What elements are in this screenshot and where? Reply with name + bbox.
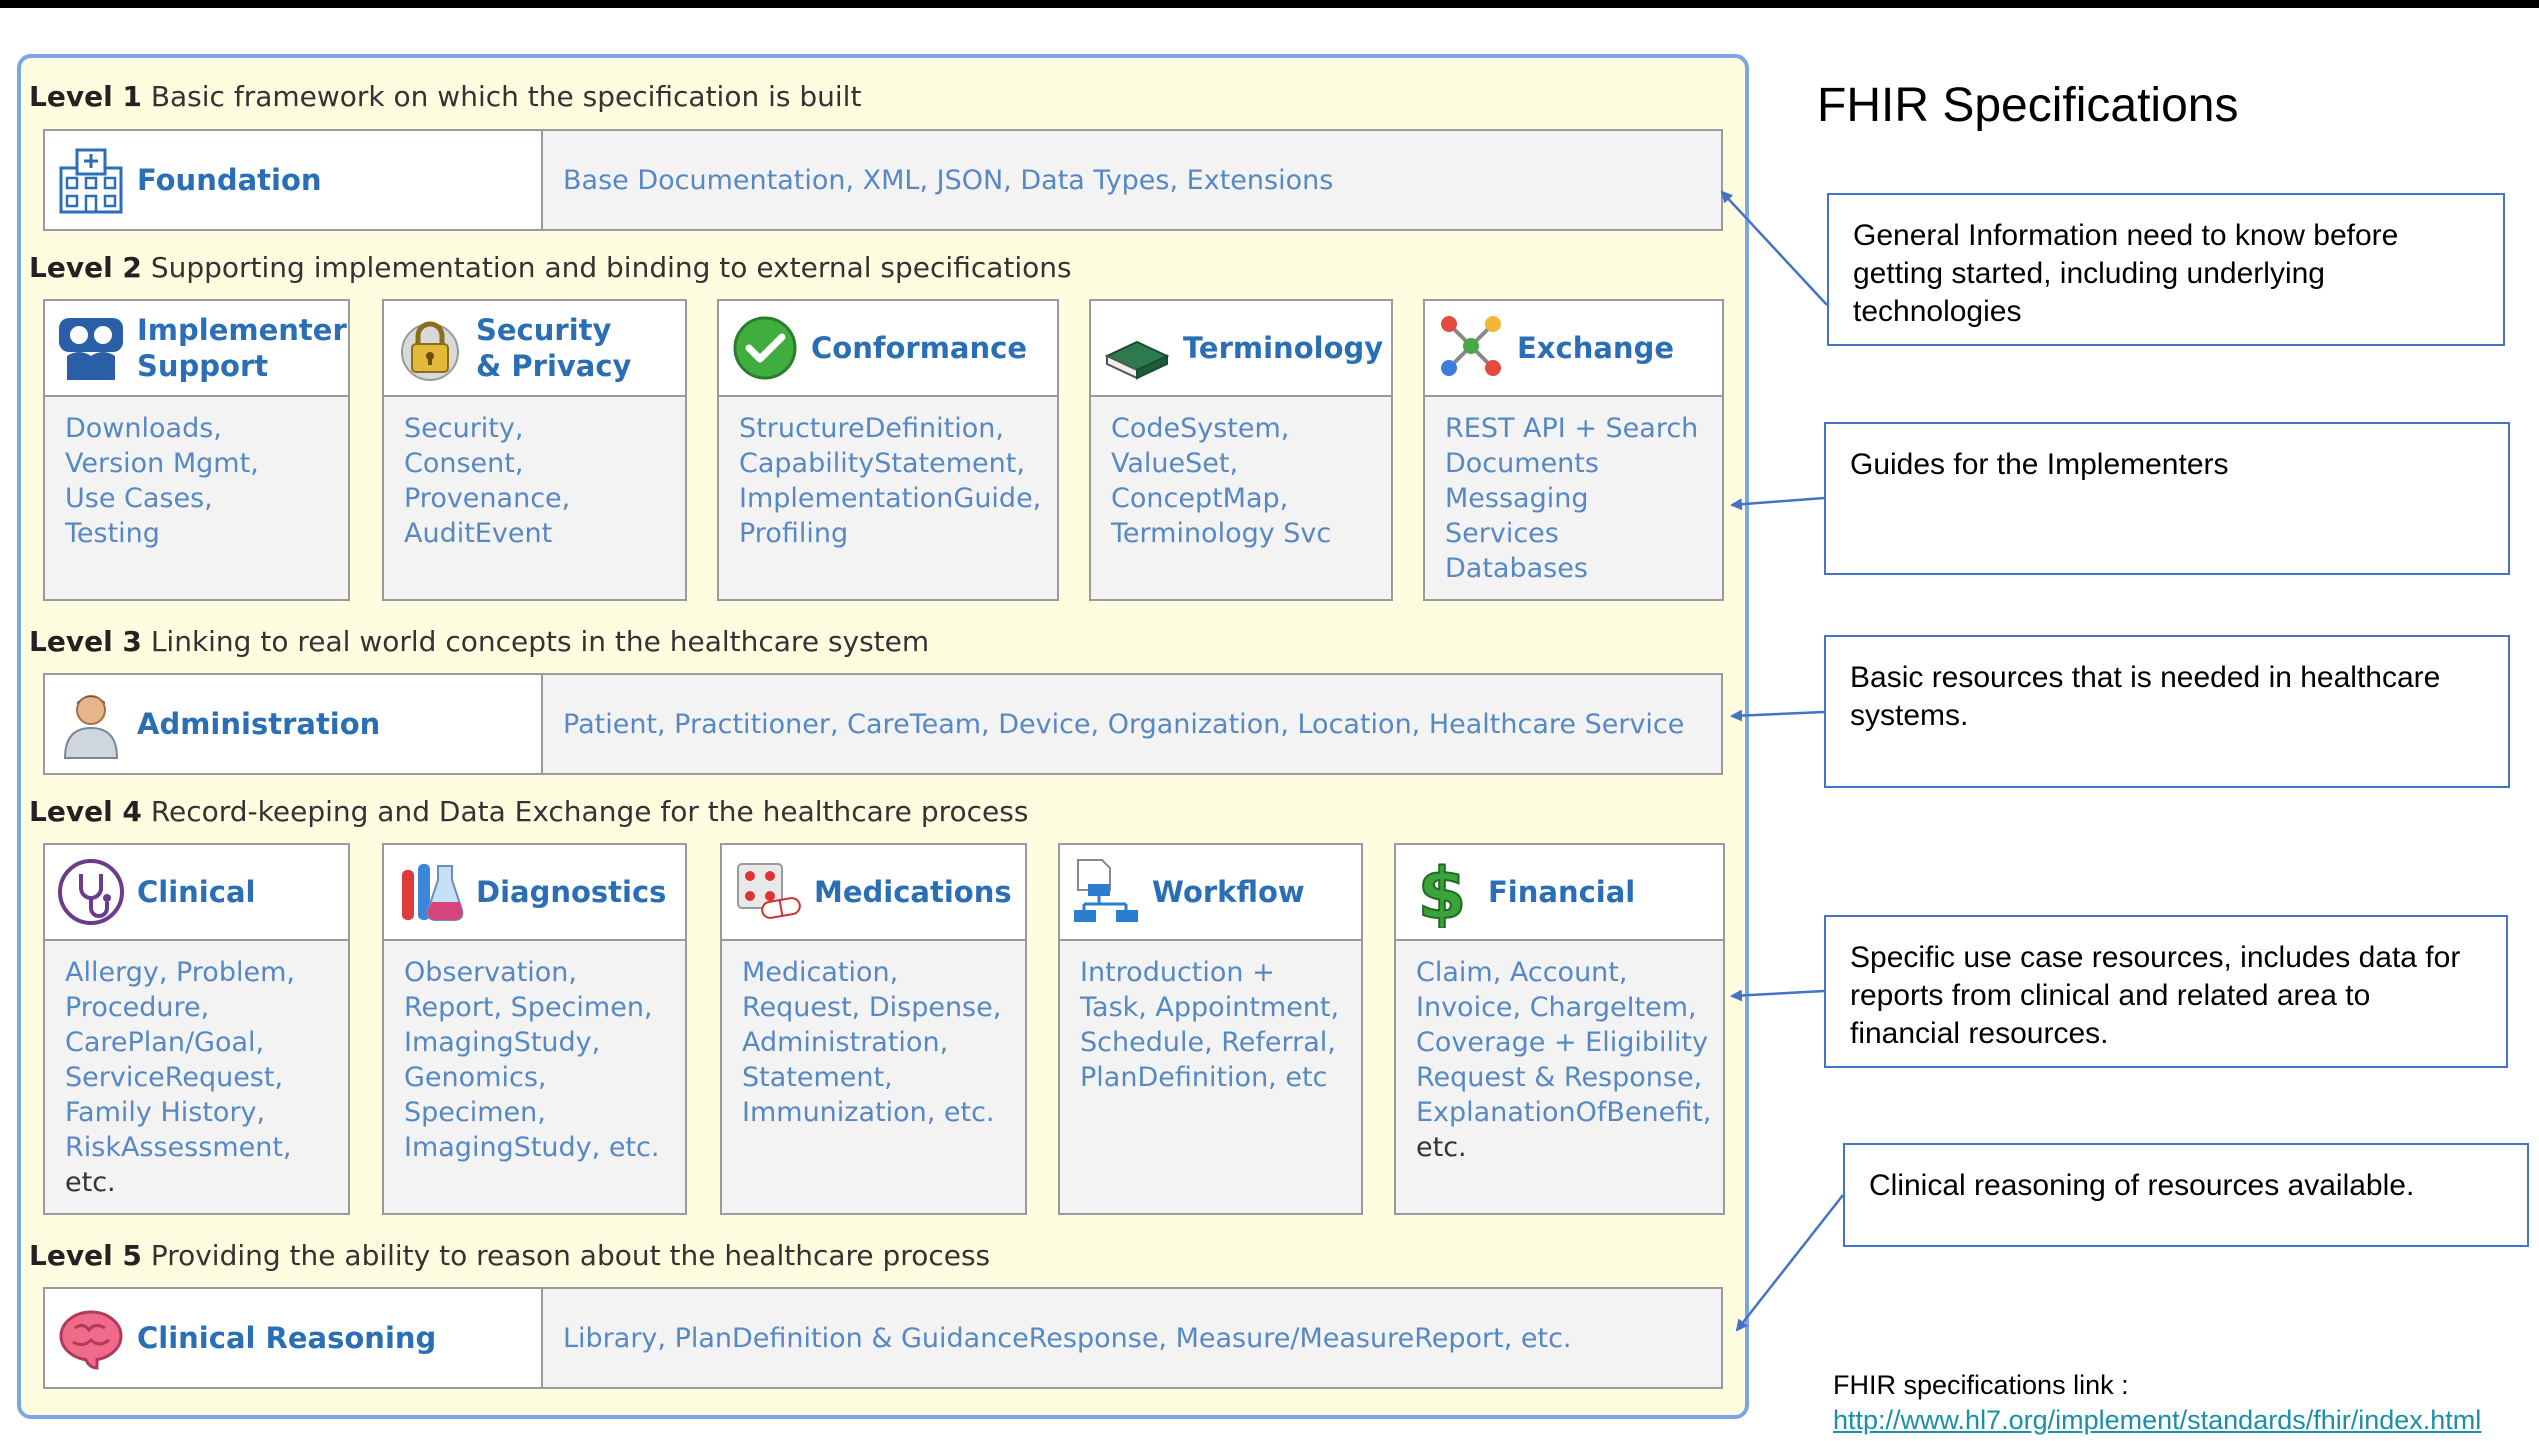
arrow-level-3 [1730,709,1825,722]
arrow-level-1 [1720,190,1828,306]
connector-arrows [1720,190,1844,1332]
arrow-level-5 [1735,1194,1844,1332]
arrow-level-2 [1730,496,1825,511]
arrow-level-4 [1730,989,1825,1002]
